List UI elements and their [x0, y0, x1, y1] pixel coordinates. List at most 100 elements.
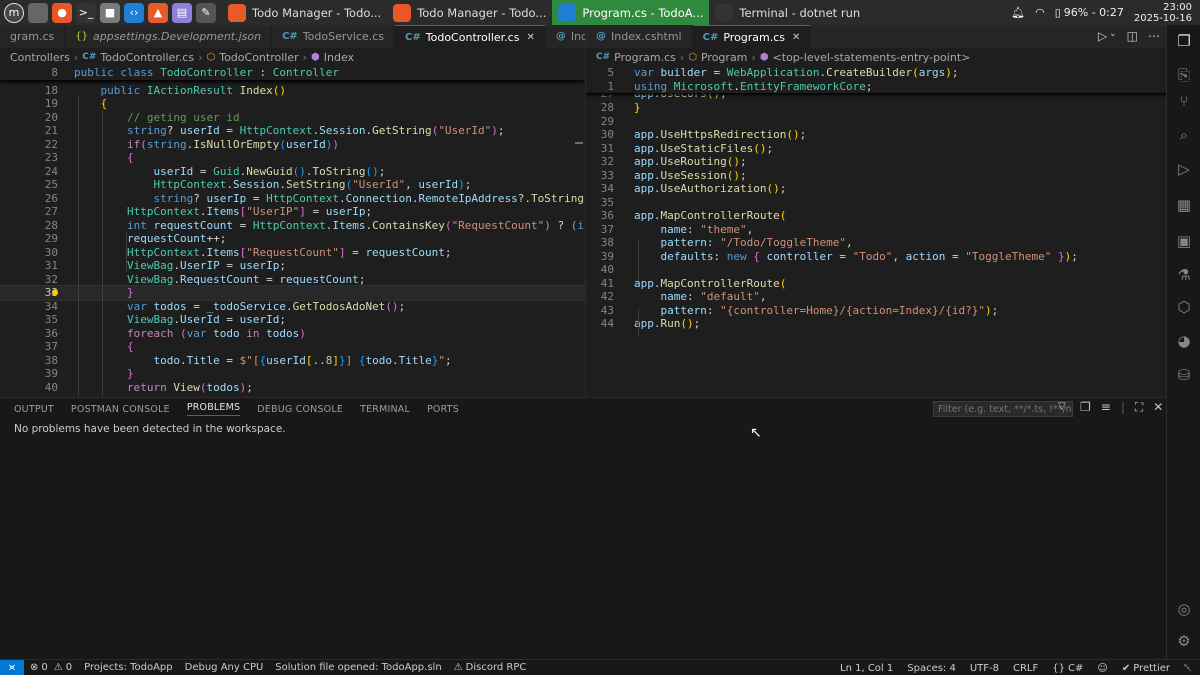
problems-status[interactable]: ⊗ 0 ⚠ 0	[30, 662, 72, 673]
filter-icon[interactable]: ▽	[1058, 401, 1066, 412]
notes-launcher-icon[interactable]: ▤	[172, 2, 192, 23]
breadcrumb-item[interactable]: TodoController	[219, 51, 298, 64]
terminal-launcher-icon[interactable]: >_	[76, 2, 96, 23]
containers-icon[interactable]: ⬡	[1174, 297, 1194, 317]
breadcrumb-item[interactable]: TodoController.cs	[100, 51, 194, 64]
code-editor-right[interactable]: 5 var builder = WebApplication.CreateBuil…	[586, 66, 1166, 397]
solution-status[interactable]: Solution file opened: TodoApp.sln	[275, 662, 441, 673]
sticky-scroll-line[interactable]: 8 public class TodoController : Controlle…	[0, 66, 585, 80]
split-editor-icon[interactable]: ◫	[1127, 29, 1138, 43]
breadcrumb-item[interactable]: Program.cs	[614, 51, 676, 64]
separator: |	[1120, 400, 1125, 414]
editor-tab-label: Index.cshtml	[611, 30, 682, 43]
text-editor-launcher-icon[interactable]: ✎	[196, 2, 216, 23]
chevron-down-icon[interactable]: ⌄	[1109, 29, 1117, 43]
project-status[interactable]: Projects: TodoApp	[84, 662, 173, 673]
brave-launcher-icon[interactable]: ▲	[148, 2, 168, 23]
editor-tab[interactable]: {} appsettings.Development.json	[65, 25, 273, 48]
cursor-position-status[interactable]: Ln 1, Col 1	[840, 663, 893, 674]
build-config-status[interactable]: Debug Any CPU	[185, 662, 264, 673]
lightbulb-icon[interactable]: ●	[52, 286, 58, 300]
taskbar-task-label: Terminal - dotnet run	[739, 5, 861, 20]
files-launcher-icon[interactable]: ■	[100, 2, 120, 23]
firefox-launcher-icon[interactable]: ●	[52, 2, 72, 23]
editor-tab[interactable]: C# TodoController.cs ✕	[395, 25, 546, 48]
sticky-scroll-line[interactable]: 1 using Microsoft.EntityFrameworkCore;	[586, 79, 1166, 93]
warning-icon: ⚠	[53, 662, 63, 673]
more-actions-icon[interactable]: ⋯	[1148, 29, 1160, 43]
chevron-right-icon: ›	[302, 50, 308, 64]
remote-explorer-icon[interactable]: ▣	[1174, 231, 1194, 251]
explorer-icon[interactable]: ❐	[1174, 31, 1194, 51]
run-icon[interactable]: ▷	[1098, 29, 1107, 43]
close-panel-icon[interactable]: ✕	[1153, 400, 1163, 415]
discord-icon: ⚠	[453, 662, 463, 673]
source-control-icon[interactable]: ⑂	[1174, 91, 1194, 111]
language-mode-status[interactable]: {} C#	[1052, 663, 1083, 674]
notifications-bell-icon[interactable]: ␇	[1184, 663, 1192, 674]
account-icon[interactable]: ◎	[1174, 599, 1194, 619]
close-tab-icon[interactable]: ✕	[792, 32, 800, 43]
copy-icon[interactable]: ❐	[1080, 400, 1091, 415]
sticky-scroll-line[interactable]: 5 var builder = WebApplication.CreateBuil…	[586, 66, 1166, 80]
editor-tab[interactable]: C# TodoService.cs	[272, 25, 396, 48]
taskbar-task[interactable]: Program.cs - TodoA...	[552, 0, 710, 25]
remote-indicator-icon[interactable]: ⪤	[0, 659, 24, 675]
taskbar-task-label: Program.cs - TodoA...	[582, 5, 704, 20]
indentation-status[interactable]: Spaces: 4	[907, 663, 956, 674]
encoding-status[interactable]: UTF-8	[970, 663, 999, 674]
editor-tab-label: appsettings.Development.json	[92, 30, 262, 43]
breadcrumb-item[interactable]: Controllers	[10, 51, 70, 64]
wifi-icon[interactable]: ◠	[1035, 6, 1045, 19]
copilot-icon[interactable]: ☺	[1097, 663, 1107, 674]
close-tab-icon[interactable]: ✕	[526, 32, 534, 43]
explorer-files-icon[interactable]: ⎘	[1174, 65, 1194, 85]
mint-menu-icon[interactable]: m	[4, 2, 24, 23]
show-desktop-icon[interactable]	[28, 2, 48, 23]
panel-actions: ❐ ≡ | ⛶ ✕	[1080, 400, 1163, 415]
editor-tab[interactable]: C# Program.cs ✕	[692, 25, 812, 48]
problems-filter-input[interactable]	[933, 401, 1073, 417]
status-bar-right: Ln 1, Col 1 Spaces: 4 UTF-8 CRLF {} C# ☺ …	[826, 660, 1192, 675]
eol-status[interactable]: CRLF	[1013, 663, 1038, 674]
panel-tab[interactable]: PROBLEMS	[186, 402, 241, 416]
panel-tab[interactable]: DEBUG CONSOLE	[257, 404, 343, 415]
editor-tab-label: TodoController.cs	[425, 30, 520, 44]
breadcrumb-item[interactable]: Program	[701, 51, 747, 64]
vscode-launcher-icon[interactable]: ‹›	[124, 2, 144, 23]
taskbar-task[interactable]: Todo Manager - Todo...	[222, 0, 387, 25]
database-icon[interactable]: ⛁	[1174, 365, 1194, 385]
panel-tab[interactable]: TERMINAL	[360, 404, 410, 415]
battery-status[interactable]: ▯ 96% - 0:27	[1055, 6, 1124, 19]
editor-tab[interactable]: @ Index.cshtml	[586, 25, 693, 48]
current-line[interactable]: 33 ● }	[0, 285, 585, 301]
discord-rpc-status[interactable]: ⚠ Discord RPC	[454, 662, 527, 673]
taskbar-task[interactable]: Todo Manager - Todo...	[387, 0, 552, 25]
clock[interactable]: 23:00 2025-10-16	[1134, 2, 1192, 24]
settings-gear-icon[interactable]: ⚙	[1174, 631, 1194, 651]
editor-tab[interactable]: @ Index.cshtml	[546, 25, 585, 48]
extensions-icon[interactable]: ▦	[1174, 195, 1194, 215]
activity-bar: ❐ ⎘ ⑂ ⌕ ▷ ▦ ▣ ⚗ ⬡ ◕ ⛁ ◎ ⚙	[1166, 25, 1200, 659]
code-editor-left[interactable]: 8 public class TodoController : Controlle…	[0, 66, 585, 397]
error-icon: ⊗	[30, 662, 39, 673]
editor-tab[interactable]: gram.cs	[0, 25, 66, 48]
maximize-panel-icon[interactable]: ⛶	[1135, 400, 1143, 415]
prettier-status[interactable]: ✔ Prettier	[1122, 663, 1170, 674]
editor-tab-label: Index.cshtml	[570, 30, 585, 43]
panel-tab[interactable]: OUTPUT	[14, 404, 54, 415]
postman-icon[interactable]: ◕	[1174, 331, 1194, 351]
notification-bell-icon[interactable]: 🔔︎	[1011, 6, 1025, 19]
mouse-cursor-icon: ↖	[750, 425, 762, 441]
method-symbol-icon: ⬢	[759, 51, 769, 63]
testing-icon[interactable]: ⚗	[1174, 265, 1194, 285]
taskbar-launchers: m ● >_ ■ ‹› ▲ ▤ ✎	[0, 2, 216, 23]
panel-tab[interactable]: POSTMAN CONSOLE	[71, 404, 170, 415]
breadcrumb-item[interactable]: <top-level-statements-entry-point>	[773, 51, 971, 64]
run-debug-icon[interactable]: ▷	[1174, 159, 1194, 179]
search-icon[interactable]: ⌕	[1174, 125, 1194, 145]
breadcrumb-item[interactable]: Index	[324, 51, 354, 64]
taskbar-task[interactable]: Terminal - dotnet run	[709, 0, 866, 25]
view-as-list-icon[interactable]: ≡	[1101, 400, 1111, 415]
panel-tab[interactable]: PORTS	[427, 404, 459, 415]
